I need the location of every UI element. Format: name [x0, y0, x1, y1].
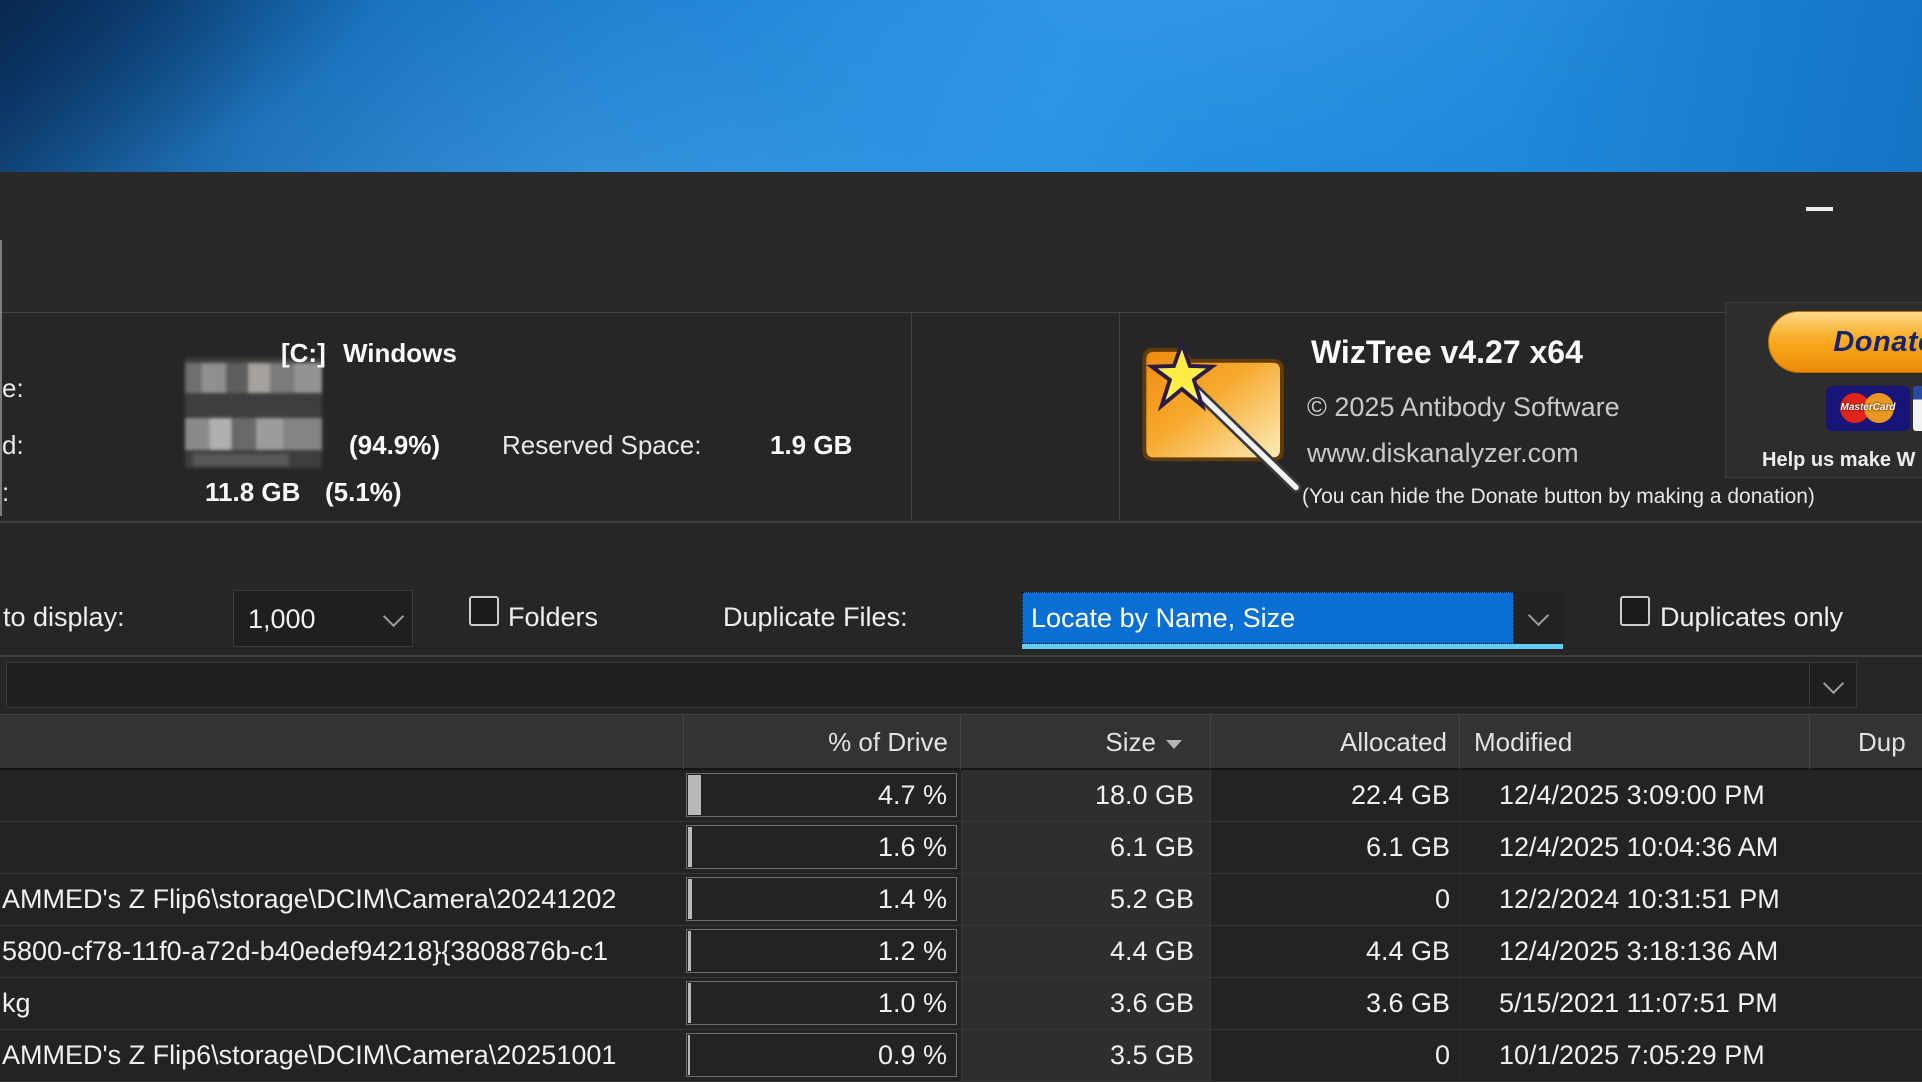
cell-file-name: kg [0, 978, 680, 1029]
cell-modified: 12/4/2025 3:18:136 AM [1460, 926, 1810, 977]
cell-percent-of-drive: 1.0 % [684, 978, 961, 1029]
table-row[interactable]: 5800-cf78-11f0-a72d-b40edef94218}{380887… [0, 926, 1922, 978]
panel-divider [911, 313, 912, 520]
cell-modified: 5/15/2021 11:07:51 PM [1460, 978, 1810, 1029]
cell-size: 18.0 GB [961, 770, 1211, 821]
section-divider [0, 655, 1922, 657]
cell-percent-of-drive: 1.6 % [684, 822, 961, 873]
table-row[interactable]: kg1.0 %3.6 GB3.6 GB5/15/2021 11:07:51 PM [0, 978, 1922, 1030]
free-space-value: 11.8 GB [205, 477, 300, 508]
cell-allocated: 0 [1211, 1030, 1460, 1081]
table-row[interactable]: AMMED's Z Flip6\storage\DCIM\Camera\2025… [0, 1030, 1922, 1082]
donate-button[interactable]: Donate [1768, 311, 1922, 373]
cell-percent-of-drive: 0.9 % [684, 1030, 961, 1081]
cell-allocated: 6.1 GB [1211, 822, 1460, 873]
table-row[interactable]: 4.7 %18.0 GB22.4 GB12/4/2025 3:09:00 PM [0, 770, 1922, 822]
drive-letter: [C:] [281, 338, 326, 369]
cell-allocated: 0 [1211, 874, 1460, 925]
donate-button-label: Donate [1833, 326, 1922, 359]
cell-file-name [0, 822, 680, 873]
free-space-percent: (5.1%) [325, 477, 402, 508]
donate-hide-note: (You can hide the Donate button by makin… [1302, 485, 1815, 509]
filter-combobox[interactable] [6, 662, 1857, 708]
reserved-space-value: 1.9 GB [770, 430, 852, 461]
cell-modified: 10/1/2025 7:05:29 PM [1460, 1030, 1810, 1081]
cell-allocated: 4.4 GB [1211, 926, 1460, 977]
minimize-button[interactable] [1790, 190, 1848, 228]
duplicate-mode-value: Locate by Name, Size [1031, 603, 1295, 634]
column-header-percent-of-drive[interactable]: % of Drive [684, 715, 961, 769]
cell-size: 3.5 GB [961, 1030, 1211, 1081]
cell-size: 4.4 GB [961, 926, 1211, 977]
files-to-display-label: to display: [3, 602, 125, 633]
cell-size: 3.6 GB [961, 978, 1211, 1029]
payment-card-icon [1913, 386, 1922, 431]
copyright-text: © 2025 Antibody Software [1307, 392, 1620, 423]
duplicate-files-label: Duplicate Files: [723, 602, 908, 633]
cell-dup [1810, 770, 1922, 821]
column-header-allocated[interactable]: Allocated [1211, 715, 1460, 769]
cell-modified: 12/4/2025 10:04:36 AM [1460, 822, 1810, 873]
used-percent: (94.9%) [349, 430, 440, 461]
screen: e: d: : [C:] Windows (94.9%) Reserved Sp… [0, 0, 1922, 1082]
sort-desc-icon [1166, 740, 1182, 749]
cell-dup [1810, 926, 1922, 977]
panel-divider [1119, 313, 1120, 520]
chevron-down-icon [1528, 605, 1549, 626]
cell-dup [1810, 1030, 1922, 1081]
desktop-wallpaper [0, 0, 1922, 172]
cell-modified: 12/4/2025 3:09:00 PM [1460, 770, 1810, 821]
cell-size: 6.1 GB [961, 822, 1211, 873]
donate-help-text: Help us make W [1762, 449, 1915, 472]
free-label-partial: : [2, 477, 9, 508]
section-divider [0, 521, 1922, 523]
cell-dup [1810, 874, 1922, 925]
filter-dropdown-button[interactable] [1809, 663, 1856, 707]
column-header-modified[interactable]: Modified [1460, 715, 1810, 769]
chevron-down-icon [1823, 673, 1844, 694]
reserved-space-label: Reserved Space: [502, 430, 701, 461]
duplicate-mode-combobox[interactable]: Locate by Name, Size [1022, 592, 1563, 649]
column-header-name[interactable] [0, 715, 684, 769]
used-label-partial: d: [2, 430, 24, 461]
cell-percent-of-drive: 4.7 % [684, 770, 961, 821]
combobox-dropdown-button[interactable] [1514, 592, 1563, 644]
drive-name: Windows [343, 338, 457, 369]
chevron-down-icon [383, 606, 404, 627]
cell-dup [1810, 978, 1922, 1029]
file-table-body: 4.7 %18.0 GB22.4 GB12/4/2025 3:09:00 PM1… [0, 770, 1922, 1082]
cell-size: 5.2 GB [961, 874, 1211, 925]
app-version-title: WizTree v4.27 x64 [1311, 334, 1583, 371]
mastercard-icon: MasterCard [1826, 386, 1910, 431]
minimize-icon [1806, 207, 1833, 211]
cell-allocated: 3.6 GB [1211, 978, 1460, 1029]
table-header: % of Drive Size Allocated Modified Dup [0, 714, 1922, 770]
table-row[interactable]: AMMED's Z Flip6\storage\DCIM\Camera\2024… [0, 874, 1922, 926]
cell-modified: 12/2/2024 10:31:51 PM [1460, 874, 1810, 925]
cell-file-name [0, 770, 680, 821]
column-header-dup[interactable]: Dup [1810, 715, 1922, 769]
display-count-dropdown[interactable]: 1,000 [233, 590, 413, 647]
cell-allocated: 22.4 GB [1211, 770, 1460, 821]
website-link[interactable]: www.diskanalyzer.com [1307, 438, 1579, 469]
cell-percent-of-drive: 1.2 % [684, 926, 961, 977]
table-row[interactable]: 1.6 %6.1 GB6.1 GB12/4/2025 10:04:36 AM [0, 822, 1922, 874]
cell-dup [1810, 822, 1922, 873]
total-space-label-partial: e: [2, 373, 24, 404]
cell-percent-of-drive: 1.4 % [684, 874, 961, 925]
column-header-size[interactable]: Size [961, 715, 1211, 769]
duplicates-only-label: Duplicates only [1660, 602, 1843, 633]
duplicates-only-checkbox[interactable] [1620, 596, 1650, 626]
folders-checkbox[interactable] [469, 596, 499, 626]
display-count-value: 1,000 [248, 604, 316, 635]
redacted-values-block [185, 358, 322, 468]
cell-file-name: 5800-cf78-11f0-a72d-b40edef94218}{380887… [0, 926, 680, 977]
cell-file-name: AMMED's Z Flip6\storage\DCIM\Camera\2024… [0, 874, 680, 925]
cell-file-name: AMMED's Z Flip6\storage\DCIM\Camera\2025… [0, 1030, 680, 1081]
wiztree-logo-icon [1135, 334, 1307, 494]
duplicate-mode-selection: Locate by Name, Size [1022, 592, 1514, 644]
folders-label: Folders [508, 602, 598, 633]
window-titlebar [0, 172, 1922, 313]
